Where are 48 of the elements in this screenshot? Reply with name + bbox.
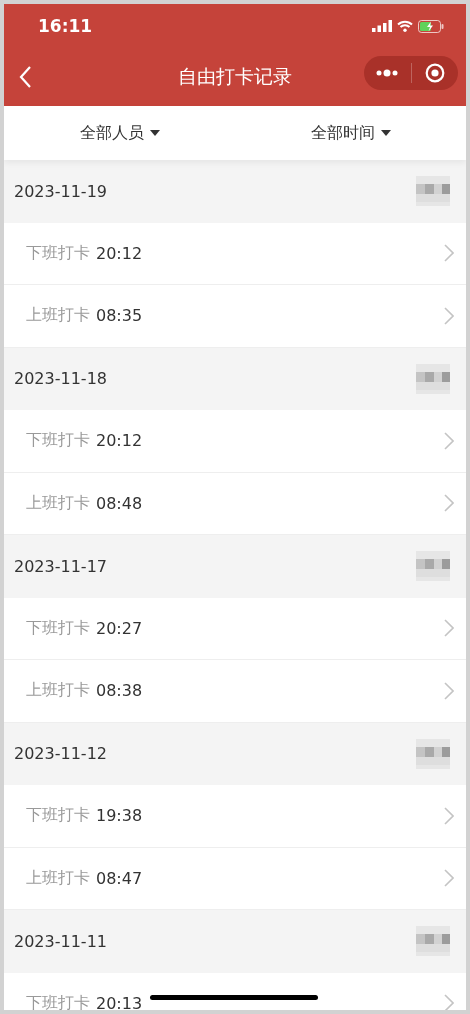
record-date: 2023-11-17 xyxy=(14,556,107,576)
record-time: 08:38 xyxy=(96,681,143,701)
chevron-icon xyxy=(444,994,454,1010)
chevron-icon xyxy=(444,306,454,325)
blurred-name xyxy=(416,551,450,582)
more-icon[interactable] xyxy=(376,69,398,77)
record-date: 2023-11-12 xyxy=(14,744,107,764)
record-time: 20:12 xyxy=(96,243,143,263)
record-time: 08:35 xyxy=(96,306,143,326)
record-type: 下班打卡 xyxy=(26,242,90,264)
signal-icon xyxy=(372,20,392,32)
blurred-name xyxy=(416,926,450,957)
record-time: 08:48 xyxy=(96,493,143,513)
chevron-icon xyxy=(444,494,454,513)
record-type: 上班打卡 xyxy=(26,305,90,327)
blurred-name xyxy=(416,363,450,394)
blurred-name xyxy=(416,176,450,207)
caret-icon xyxy=(380,130,391,136)
record-type: 下班打卡 xyxy=(26,992,90,1010)
record-time: 20:27 xyxy=(96,618,143,638)
chevron-icon xyxy=(444,869,454,888)
chevron-icon xyxy=(444,431,454,450)
record-type: 上班打卡 xyxy=(26,680,90,702)
status-time: 16:11 xyxy=(38,16,93,36)
battery-charging-icon xyxy=(418,19,444,33)
record-type: 上班打卡 xyxy=(26,867,90,889)
record-time: 08:47 xyxy=(96,868,143,888)
chevron-icon xyxy=(444,806,454,825)
blurred-name xyxy=(416,738,450,769)
record-date: 2023-11-11 xyxy=(14,931,107,951)
filter-dropdown[interactable]: 全部人员 xyxy=(4,106,235,160)
record-time: 19:38 xyxy=(96,806,143,826)
filter-dropdown[interactable]: 全部时间 xyxy=(235,106,466,160)
record-type: 上班打卡 xyxy=(26,492,90,514)
record-time: 20:12 xyxy=(96,431,143,451)
record-time: 20:13 xyxy=(96,993,143,1010)
back-icon[interactable] xyxy=(18,65,32,89)
record-type: 下班打卡 xyxy=(26,430,90,452)
record-date: 2023-11-18 xyxy=(14,369,107,389)
page-title: 自由打卡记录 xyxy=(178,64,292,89)
record-type: 下班打卡 xyxy=(26,805,90,827)
chevron-icon xyxy=(444,619,454,638)
chevron-icon xyxy=(444,681,454,700)
wifi-icon xyxy=(397,20,413,32)
chevron-icon xyxy=(444,244,454,263)
caret-icon xyxy=(149,130,160,136)
record-type: 下班打卡 xyxy=(26,617,90,639)
record-date: 2023-11-19 xyxy=(14,181,107,201)
